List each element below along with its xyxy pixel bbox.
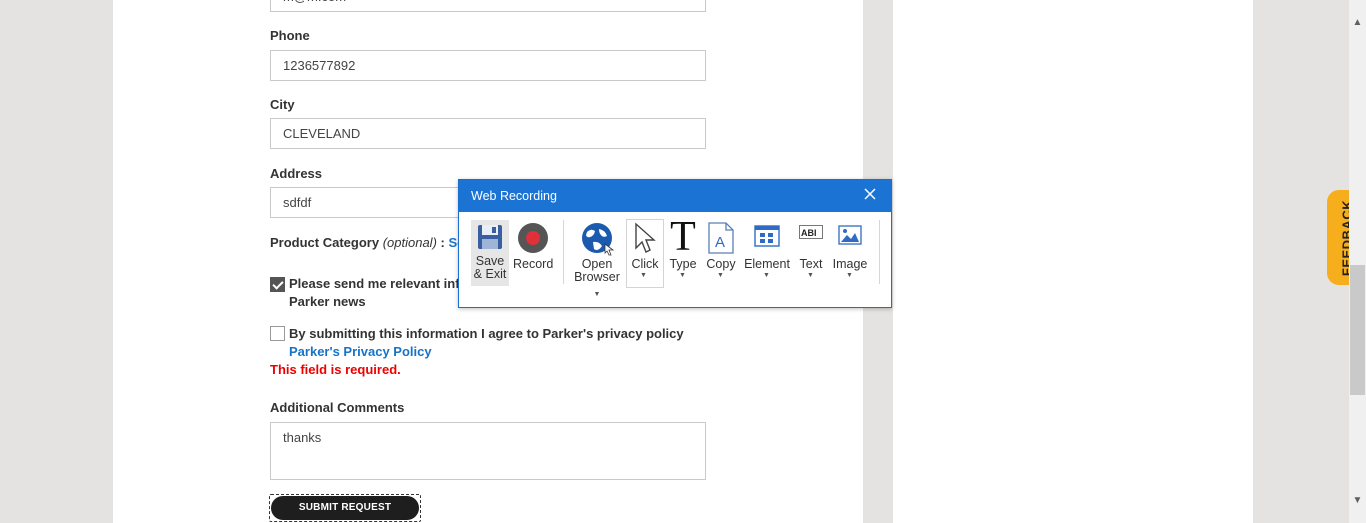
scrollbar-thumb[interactable] — [1350, 265, 1365, 395]
required-error: This field is required. — [270, 362, 401, 377]
consent-news-text: Please send me relevant infor Parker new… — [289, 275, 473, 311]
privacy-policy-link[interactable]: Parker's Privacy Policy — [289, 344, 432, 359]
type-t-icon[interactable]: T — [668, 214, 698, 260]
save-exit-label: Save & Exit — [471, 255, 509, 281]
submit-request-button[interactable]: SUBMIT REQUEST — [269, 494, 421, 522]
type-label: Type — [669, 257, 697, 271]
privacy-agree-checkbox[interactable] — [270, 326, 285, 341]
element-label: Element — [744, 257, 790, 271]
svg-text:ABI: ABI — [801, 228, 817, 238]
category-colon: : — [436, 235, 449, 250]
page-scrollbar[interactable] — [1349, 0, 1366, 523]
scroll-down-arrow-icon[interactable]: ▼ — [1349, 492, 1366, 509]
product-category-label: Product Category (optional) : Sele — [270, 235, 475, 250]
city-field[interactable]: CLEVELAND — [270, 118, 706, 149]
copy-document-icon[interactable]: A — [707, 222, 735, 254]
comments-textarea[interactable]: thanks — [270, 422, 706, 480]
toolbar-separator — [563, 220, 564, 284]
phone-field[interactable]: 1236577892 — [270, 50, 706, 81]
click-label: Click — [631, 257, 659, 271]
text-caret-icon[interactable]: ▼ — [807, 272, 814, 279]
image-caret-icon[interactable]: ▼ — [846, 272, 853, 279]
save-label-line2: & Exit — [473, 267, 507, 281]
close-icon[interactable] — [863, 187, 877, 201]
dialog-title: Web Recording — [471, 189, 557, 203]
scroll-up-arrow-icon[interactable]: ▲ — [1349, 14, 1366, 31]
category-optional: (optional) — [382, 235, 437, 250]
globe-icon[interactable] — [581, 222, 615, 256]
consent-news-line2: Parker news — [289, 294, 366, 309]
open-label-line1: Open — [581, 257, 613, 271]
address-label: Address — [270, 166, 323, 181]
floppy-disk-icon — [478, 225, 502, 249]
text-abi-icon[interactable]: ABI — [799, 225, 823, 239]
consent-news-checkbox[interactable] — [270, 277, 285, 292]
dialog-titlebar[interactable]: Web Recording — [459, 180, 891, 212]
open-browser-caret-icon: ▼ — [593, 291, 601, 298]
phone-label: Phone — [270, 28, 310, 43]
type-caret-icon[interactable]: ▼ — [679, 272, 686, 279]
record-icon[interactable] — [517, 222, 549, 254]
open-browser-label[interactable]: Open Browser ▼ — [571, 258, 623, 301]
copy-caret-icon[interactable]: ▼ — [717, 272, 724, 279]
element-grid-icon[interactable] — [754, 225, 780, 247]
submit-label: SUBMIT REQUEST — [271, 496, 419, 520]
consent-news-line1: Please send me relevant infor — [289, 276, 473, 291]
cursor-arrow-icon — [635, 222, 656, 253]
save-label-line1: Save — [475, 254, 505, 268]
toolbar-end-separator — [879, 220, 880, 284]
privacy-agree-text: By submitting this information I agree t… — [289, 326, 684, 341]
city-label: City — [270, 97, 295, 112]
record-label: Record — [513, 257, 554, 271]
text-label: Text — [799, 257, 823, 271]
email-field[interactable]: m@m.com — [270, 0, 706, 12]
element-caret-icon[interactable]: ▼ — [763, 272, 770, 279]
svg-text:A: A — [715, 234, 725, 251]
click-caret-icon[interactable]: ▼ — [640, 272, 647, 279]
comments-label: Additional Comments — [270, 400, 405, 415]
category-label-text: Product Category — [270, 235, 380, 250]
image-label: Image — [832, 257, 868, 271]
image-picture-icon[interactable] — [838, 225, 862, 245]
open-label-line2: Browser — [574, 270, 620, 284]
copy-label: Copy — [706, 257, 736, 271]
right-panel — [893, 0, 1253, 523]
